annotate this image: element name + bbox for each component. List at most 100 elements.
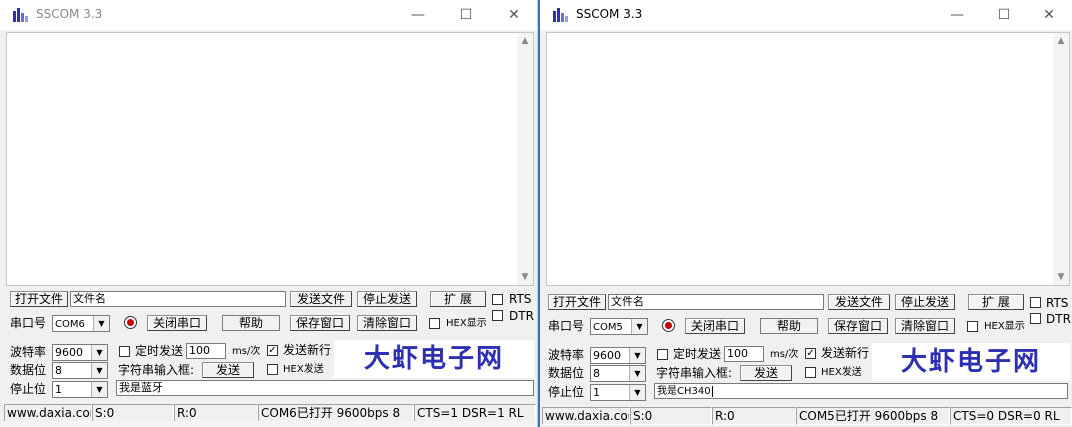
baud-select[interactable]: 9600 ▼ [52,344,108,361]
send-text-input[interactable]: 我是蓝牙 [116,380,534,396]
text-caret [711,385,713,397]
port-label: 串口号 [548,319,585,333]
interval-unit: ms/次 [232,346,261,357]
timed-send-checkbox[interactable] [657,349,668,360]
close-button[interactable]: ✕ [491,0,537,30]
dtr-label: DTR [1046,312,1071,326]
status-website: www.daxia.cor [4,404,92,422]
data-bits-label: 数据位 [548,366,585,380]
send-newline-checkbox[interactable]: ✓ [267,345,278,356]
send-newline-label: 发送新行 [821,346,870,360]
close-port-button[interactable]: 关闭串口 [147,315,207,331]
minimize-button[interactable]: — [395,0,441,30]
port-select[interactable]: COM5 ▼ [590,318,648,335]
send-button[interactable]: 发送 [202,362,254,378]
port-label: 串口号 [10,316,47,330]
status-port-state: COM6已打开 9600bps 8 [258,404,414,422]
stop-send-button[interactable]: 停止发送 [357,291,417,307]
save-window-button[interactable]: 保存窗口 [290,315,350,331]
data-bits-select[interactable]: 8 ▼ [590,365,646,382]
chevron-down-icon[interactable]: ▼ [93,316,109,331]
send-file-button[interactable]: 发送文件 [290,291,352,307]
open-file-button[interactable]: 打开文件 [10,291,68,307]
dtr-label: DTR [509,309,534,323]
rts-checkbox[interactable] [492,294,503,305]
rts-checkbox[interactable] [1030,297,1041,308]
window-title: SSCOM 3.3 [576,7,643,21]
title-bar[interactable]: SSCOM 3.3 — ☐ ✕ [0,0,537,30]
minimize-button[interactable]: — [934,0,980,30]
hex-display-label: HEX显示 [984,321,1025,332]
dtr-checkbox[interactable] [1030,313,1041,324]
string-input-label: 字符串输入框: [656,366,733,380]
send-file-button[interactable]: 发送文件 [828,294,890,310]
close-button[interactable]: ✕ [1026,0,1072,30]
status-received: R:0 [712,407,796,425]
interval-field[interactable]: 100 [724,346,764,362]
expand-button[interactable]: 扩 展 [968,294,1024,310]
maximize-button[interactable]: ☐ [981,0,1027,30]
chevron-down-icon[interactable]: ▼ [91,363,107,378]
expand-button[interactable]: 扩 展 [430,291,486,307]
minimize-icon: — [950,7,964,23]
baud-value: 9600 [593,349,621,362]
status-port-state: COM5已打开 9600bps 8 [796,407,950,425]
stop-bits-label: 停止位 [10,382,47,396]
sscom-app-icon [13,8,28,22]
port-value: COM6 [55,319,85,330]
status-sent: S:0 [630,407,712,425]
open-file-button[interactable]: 打开文件 [548,294,606,310]
stop-bits-select[interactable]: 1 ▼ [590,384,646,401]
scroll-up-icon[interactable]: ▲ [520,36,530,46]
chevron-down-icon[interactable]: ▼ [91,382,107,397]
clear-window-button[interactable]: 清除窗口 [895,318,955,334]
send-newline-checkbox[interactable]: ✓ [805,348,816,359]
hex-send-label: HEX发送 [283,364,324,375]
hex-send-checkbox[interactable] [805,367,816,378]
receive-area[interactable]: ▲ ▼ [6,32,534,286]
window-title: SSCOM 3.3 [36,7,103,21]
chevron-down-icon[interactable]: ▼ [629,348,645,363]
title-bar[interactable]: SSCOM 3.3 — ☐ ✕ [540,0,1072,30]
file-name-field[interactable]: 文件名 [608,294,824,310]
send-text-input[interactable]: 我是CH340 [654,383,1068,399]
send-button[interactable]: 发送 [740,365,792,381]
chevron-down-icon[interactable]: ▼ [631,319,647,334]
chevron-down-icon[interactable]: ▼ [91,345,107,360]
scroll-up-icon[interactable]: ▲ [1056,36,1066,46]
clear-window-button[interactable]: 清除窗口 [357,315,417,331]
help-button[interactable]: 帮助 [222,315,280,331]
hex-display-label: HEX显示 [446,318,487,329]
file-name-field[interactable]: 文件名 [70,291,286,307]
stop-send-button[interactable]: 停止发送 [895,294,955,310]
receive-scrollbar[interactable]: ▲ ▼ [1053,33,1069,285]
receive-scrollbar[interactable]: ▲ ▼ [517,33,533,285]
receive-area[interactable]: ▲ ▼ [546,32,1070,286]
port-value: COM5 [593,322,623,333]
daxia-banner: 大虾电子网 [872,343,1070,381]
background-strip [0,421,537,427]
data-bits-select[interactable]: 8 ▼ [52,362,108,379]
interval-field[interactable]: 100 [186,343,226,359]
hex-send-checkbox[interactable] [267,364,278,375]
port-select[interactable]: COM6 ▼ [52,315,110,332]
dtr-checkbox[interactable] [492,310,503,321]
send-text-value: 我是CH340 [657,386,711,397]
timed-send-checkbox[interactable] [119,346,130,357]
stop-bits-value: 1 [55,383,62,396]
save-window-button[interactable]: 保存窗口 [828,318,888,334]
hex-display-checkbox[interactable] [429,318,440,329]
maximize-button[interactable]: ☐ [443,0,489,30]
stop-bits-select[interactable]: 1 ▼ [52,381,108,398]
chevron-down-icon[interactable]: ▼ [629,385,645,400]
scroll-down-icon[interactable]: ▼ [1056,272,1066,282]
scroll-down-icon[interactable]: ▼ [520,272,530,282]
close-port-button[interactable]: 关闭串口 [685,318,745,334]
timed-send-label: 定时发送 [135,344,184,358]
data-bits-value: 8 [593,367,600,380]
hex-display-checkbox[interactable] [967,321,978,332]
chevron-down-icon[interactable]: ▼ [629,366,645,381]
help-button[interactable]: 帮助 [760,318,818,334]
baud-select[interactable]: 9600 ▼ [590,347,646,364]
maximize-icon: ☐ [997,7,1011,23]
